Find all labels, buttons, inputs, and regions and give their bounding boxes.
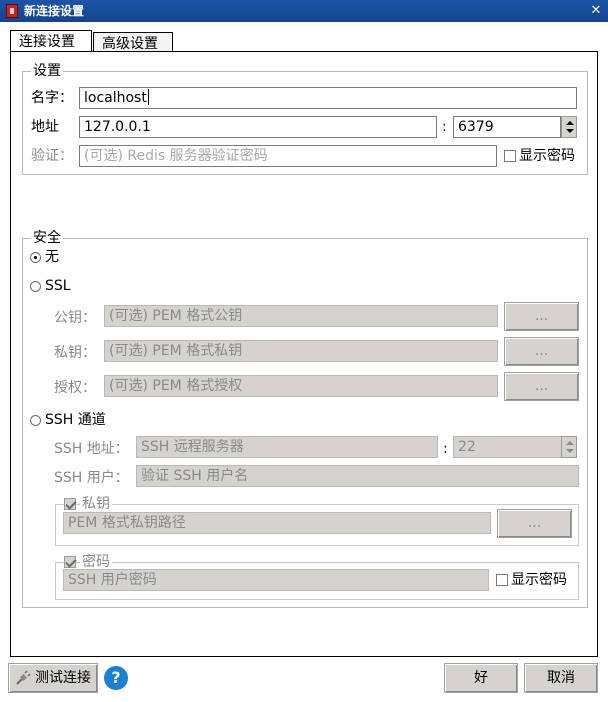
spin-down-icon[interactable] xyxy=(566,449,574,453)
name-value: localhost xyxy=(84,90,147,106)
ssh-show-password-checkbox[interactable] xyxy=(496,574,508,586)
security-none-label: 无 xyxy=(45,249,59,265)
tab-label: 高级设置 xyxy=(102,36,158,52)
tab-label: 连接设置 xyxy=(19,34,75,50)
ssh-private-key-input[interactable]: PEM 格式私钥路径 xyxy=(63,512,491,534)
ok-button[interactable]: 好 xyxy=(444,663,518,693)
cancel-button[interactable]: 取消 xyxy=(524,663,598,693)
port-separator: : xyxy=(442,119,447,135)
tab-advanced-settings[interactable]: 高级设置 xyxy=(93,32,173,52)
port-spinner[interactable] xyxy=(561,116,577,138)
window-title: 新连接设置 xyxy=(24,4,85,18)
ssl-private-key-browse-button[interactable]: ... xyxy=(504,337,579,366)
ssl-public-key-input[interactable]: (可选) PEM 格式公钥 xyxy=(104,305,498,327)
browse-label: ... xyxy=(534,378,549,394)
ssh-private-key-browse-button[interactable]: ... xyxy=(497,509,572,538)
ssl-public-key-label: 公钥： xyxy=(54,310,96,326)
ssl-authority-label: 授权： xyxy=(54,380,96,396)
app-icon xyxy=(6,4,18,18)
browse-label: ... xyxy=(534,343,549,359)
security-group: 安全 无 SSL 公钥： (可选) PEM 格式公钥 ... 私钥： (可选) … xyxy=(22,230,588,608)
ssl-authority-placeholder: (可选) PEM 格式授权 xyxy=(109,378,243,394)
settings-group-label: 设置 xyxy=(31,63,63,79)
ssh-password-placeholder: SSH 用户密码 xyxy=(68,572,157,588)
security-ssl-radio[interactable] xyxy=(30,281,41,292)
ssl-private-key-input[interactable]: (可选) PEM 格式私钥 xyxy=(104,340,498,362)
name-label: 名字： xyxy=(31,90,73,106)
cancel-label: 取消 xyxy=(547,670,575,686)
address-label: 地址 xyxy=(31,119,59,135)
settings-group: 设置 名字： localhost 地址 127.0.0.1 : 6379 验证：… xyxy=(22,63,588,175)
ssh-private-key-group-label: 私钥 xyxy=(80,494,112,514)
ssl-private-key-label: 私钥： xyxy=(54,345,96,361)
ssh-port-value: 22 xyxy=(458,439,476,455)
spin-up-icon[interactable] xyxy=(566,441,574,445)
text-caret xyxy=(147,89,149,105)
ssh-private-key-placeholder: PEM 格式私钥路径 xyxy=(68,515,186,531)
name-input[interactable]: localhost xyxy=(79,87,577,109)
ssh-user-placeholder: 验证 SSH 用户名 xyxy=(141,468,249,484)
auth-password-input[interactable]: (可选) Redis 服务器验证密码 xyxy=(79,145,497,167)
ssl-authority-input[interactable]: (可选) PEM 格式授权 xyxy=(104,375,498,397)
plug-icon xyxy=(16,670,31,685)
port-input[interactable]: 6379 xyxy=(453,116,561,138)
test-connection-button[interactable]: 测试连接 xyxy=(8,663,98,693)
ssh-port-input[interactable]: 22 xyxy=(453,436,562,458)
tab-connection-settings[interactable]: 连接设置 xyxy=(10,30,92,52)
ssl-private-key-placeholder: (可选) PEM 格式私钥 xyxy=(109,343,243,359)
ssh-port-spinner[interactable] xyxy=(561,436,577,458)
ssl-public-key-browse-button[interactable]: ... xyxy=(504,302,579,331)
help-icon[interactable]: ? xyxy=(104,666,128,690)
ssh-private-key-checkbox[interactable] xyxy=(64,498,76,510)
test-connection-label: 测试连接 xyxy=(35,670,91,686)
auth-label: 验证： xyxy=(31,148,73,164)
show-password-label: 显示密码 xyxy=(519,148,575,164)
ssh-user-label: SSH 用户： xyxy=(54,470,129,486)
spin-up-icon[interactable] xyxy=(566,121,574,125)
ssl-authority-browse-button[interactable]: ... xyxy=(504,372,579,401)
ssh-user-input[interactable]: 验证 SSH 用户名 xyxy=(136,465,579,487)
new-connection-dialog: 新连接设置 ✕ 连接设置 高级设置 设置 名字： localhost 地址 12… xyxy=(0,0,608,702)
ssl-public-key-placeholder: (可选) PEM 格式公钥 xyxy=(109,308,243,324)
show-password-checkbox[interactable] xyxy=(504,150,516,162)
ssh-private-key-group: 私钥 PEM 格式私钥路径 ... xyxy=(55,494,579,546)
host-value: 127.0.0.1 xyxy=(84,119,151,135)
ssh-address-placeholder: SSH 远程服务器 xyxy=(141,439,244,455)
security-none-radio[interactable] xyxy=(30,252,41,263)
ok-label: 好 xyxy=(474,670,488,686)
security-group-label: 安全 xyxy=(31,230,63,246)
ssh-password-input[interactable]: SSH 用户密码 xyxy=(63,569,489,591)
ssh-port-separator: : xyxy=(443,441,448,457)
host-input[interactable]: 127.0.0.1 xyxy=(79,116,437,138)
ssh-password-checkbox[interactable] xyxy=(64,556,76,568)
auth-placeholder: (可选) Redis 服务器验证密码 xyxy=(84,148,268,164)
security-ssh-radio[interactable] xyxy=(30,415,41,426)
ssh-show-password-label: 显示密码 xyxy=(511,572,567,588)
tab-panel: 设置 名字： localhost 地址 127.0.0.1 : 6379 验证：… xyxy=(10,51,598,657)
security-ssh-label: SSH 通道 xyxy=(45,412,106,428)
security-ssl-label: SSL xyxy=(45,278,71,294)
close-icon[interactable]: ✕ xyxy=(588,3,604,19)
port-value: 6379 xyxy=(458,119,494,135)
ssh-password-group: 密码 SSH 用户密码 显示密码 xyxy=(55,552,579,600)
spin-down-icon[interactable] xyxy=(566,129,574,133)
title-bar: 新连接设置 ✕ xyxy=(0,0,608,22)
ssh-address-label: SSH 地址： xyxy=(54,441,129,457)
ssh-address-input[interactable]: SSH 远程服务器 xyxy=(136,436,438,458)
browse-label: ... xyxy=(527,515,542,531)
browse-label: ... xyxy=(534,308,549,324)
